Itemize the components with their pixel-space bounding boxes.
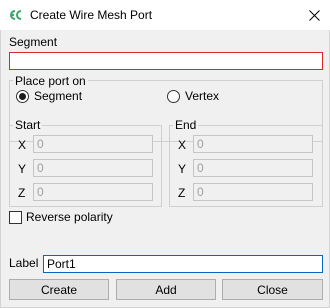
start-z-input[interactable]: 0 — [33, 183, 153, 201]
radio-segment[interactable] — [16, 90, 29, 103]
start-title: Start — [13, 118, 43, 132]
app-icon — [8, 9, 24, 21]
end-y-label: Y — [178, 162, 187, 176]
segment-input[interactable] — [9, 52, 323, 70]
start-y-label: Y — [18, 162, 27, 176]
close-button[interactable]: Close — [222, 279, 323, 300]
add-button[interactable]: Add — [116, 279, 216, 300]
start-z-label: Z — [18, 186, 26, 200]
segment-label: Segment — [9, 35, 58, 49]
radio-segment-label: Segment — [34, 89, 83, 103]
title-bar: Create Wire Mesh Port — [0, 0, 330, 30]
end-x-label: X — [178, 138, 187, 152]
start-x-label: X — [18, 138, 27, 152]
end-z-label: Z — [178, 186, 186, 200]
window-title: Create Wire Mesh Port — [30, 8, 153, 22]
start-y-input[interactable]: 0 — [33, 159, 153, 177]
reverse-polarity-label: Reverse polarity — [26, 210, 113, 224]
end-x-input[interactable]: 0 — [193, 135, 313, 153]
end-title: End — [173, 118, 199, 132]
end-z-input[interactable]: 0 — [193, 183, 313, 201]
radio-vertex[interactable] — [167, 90, 180, 103]
close-icon[interactable] — [302, 3, 326, 27]
port-label-label: Label — [9, 256, 39, 270]
create-button[interactable]: Create — [9, 279, 109, 300]
port-label-input[interactable]: Port1 — [43, 255, 323, 273]
end-y-input[interactable]: 0 — [193, 159, 313, 177]
place-port-title: Place port on — [13, 74, 88, 88]
radio-vertex-label: Vertex — [185, 89, 220, 103]
start-x-input[interactable]: 0 — [33, 135, 153, 153]
reverse-polarity-checkbox[interactable] — [9, 211, 22, 224]
dialog-body: Segment Place port on Segment Vertex Sta… — [0, 30, 330, 308]
